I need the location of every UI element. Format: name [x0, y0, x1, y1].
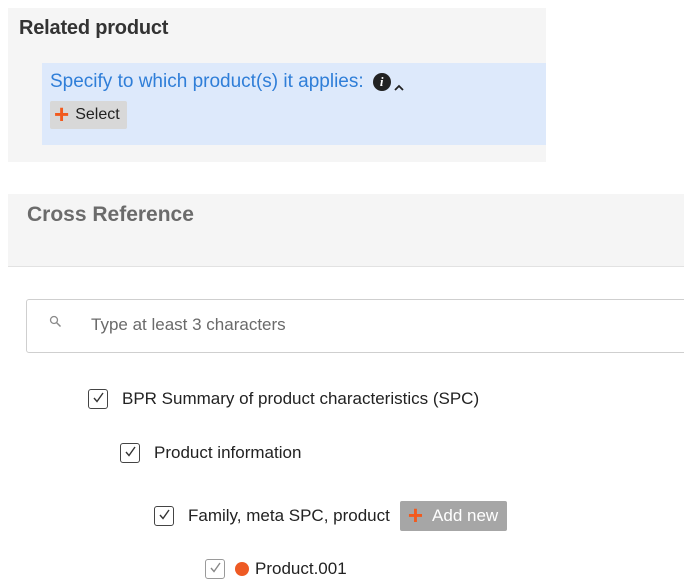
search-input[interactable]: Type at least 3 characters — [26, 299, 684, 353]
plus-icon: + — [54, 99, 70, 129]
search-placeholder: Type at least 3 characters — [91, 315, 286, 334]
tree-item-label[interactable]: Product information — [154, 443, 301, 463]
checkbox-checked-icon[interactable] — [88, 389, 108, 409]
add-new-button[interactable]: + Add new — [399, 500, 508, 531]
tree-item-label[interactable]: Product.001 — [255, 559, 347, 579]
search-icon — [49, 315, 63, 329]
checkbox-checked-icon[interactable] — [120, 443, 140, 463]
tree-item-product-001: Product.001 — [205, 559, 347, 579]
specify-row: Specify to which product(s) it applies: … — [50, 71, 404, 93]
select-button-label: Select — [75, 106, 120, 123]
tree-item-product-information: Product information — [120, 443, 301, 463]
related-product-title: Related product — [19, 17, 169, 39]
status-dot-icon — [235, 562, 249, 576]
add-new-label: Add new — [432, 506, 499, 525]
checkbox-checked-icon[interactable] — [205, 559, 225, 579]
tree-item-label[interactable]: Family, meta SPC, product — [188, 506, 390, 526]
info-icon[interactable]: i — [372, 73, 391, 91]
plus-icon: + — [407, 500, 424, 530]
related-product-panel: Related product Specify to which product… — [8, 8, 546, 162]
related-product-box: Specify to which product(s) it applies: … — [42, 63, 546, 145]
cross-reference-title: Cross Reference — [27, 203, 194, 226]
select-button[interactable]: + Select — [50, 101, 127, 129]
specify-label: Specify to which product(s) it applies: — [50, 71, 364, 92]
tree-item-label[interactable]: BPR Summary of product characteristics (… — [122, 389, 479, 409]
cross-reference-header: Cross Reference — [8, 194, 684, 267]
tree-item-family-meta-spc-product: Family, meta SPC, product + Add new — [154, 500, 508, 531]
tree-item-bpr-spc: BPR Summary of product characteristics (… — [88, 389, 479, 409]
caret-up-icon[interactable] — [394, 77, 404, 91]
checkbox-checked-icon[interactable] — [154, 506, 174, 526]
